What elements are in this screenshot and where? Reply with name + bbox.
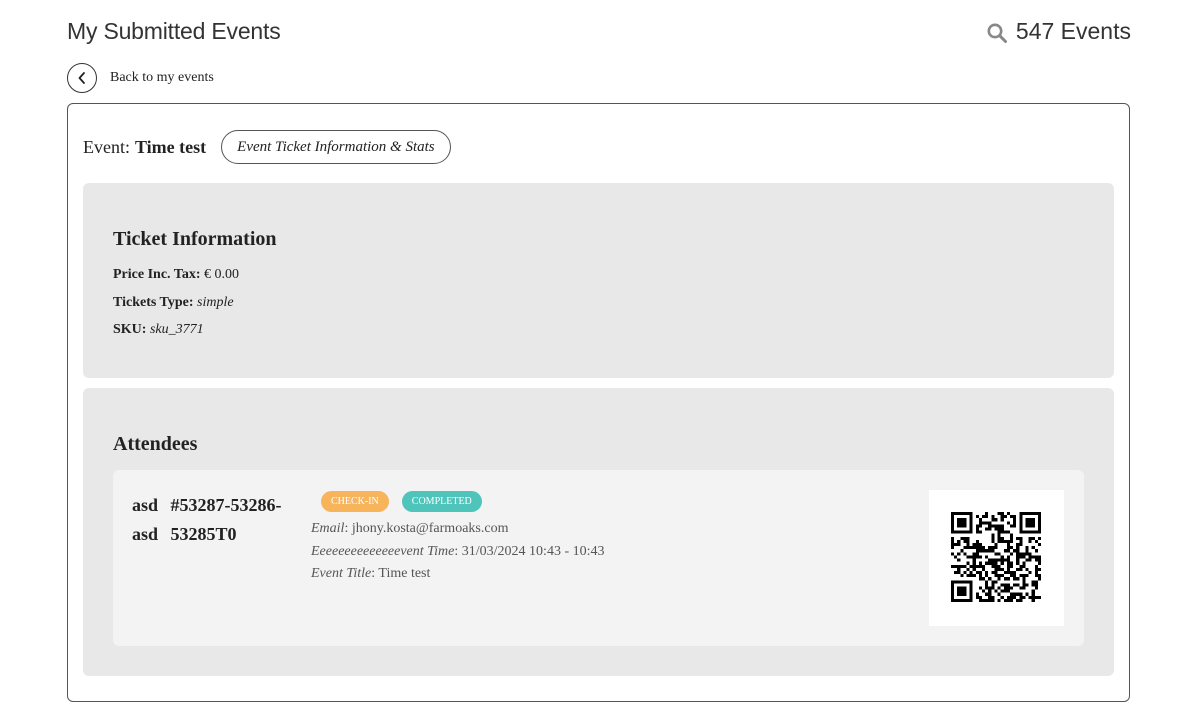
price-line: Price Inc. Tax: € 0.00 (113, 267, 239, 283)
events-count: 547 Events (1015, 18, 1131, 44)
attendee-email: Email: jhony.kosta@farmoaks.com (311, 521, 508, 537)
attendees-panel: Attendees asd #53287-53286- asd 53285T0 … (83, 388, 1114, 676)
ticket-stats-button[interactable]: Event Ticket Information & Stats (221, 130, 451, 164)
attendee-event-title: Event Title: Time test (311, 566, 430, 582)
attendee-event-time: Eeeeeeeeeeeeeevent Time: 31/03/2024 10:4… (311, 544, 605, 560)
ticket-type-line: Tickets Type: simple (113, 295, 234, 311)
email-value: : jhony.kosta@farmoaks.com (344, 521, 509, 536)
back-link-label[interactable]: Back to my events (110, 70, 214, 86)
event-prefix: Event: (83, 136, 130, 157)
events-count-area[interactable]: 547 Events (986, 18, 1131, 45)
attendee-name: asd #53287-53286- asd 53285T0 (132, 491, 292, 549)
search-icon[interactable] (986, 22, 1008, 44)
back-circle[interactable] (67, 63, 97, 93)
event-title-value: : Time test (371, 566, 431, 581)
attendee-name-line-2: asd 53285T0 (132, 524, 237, 544)
checkin-badge: CHECK-IN (321, 491, 389, 512)
page-title: My Submitted Events (67, 18, 281, 44)
ticket-type-value: simple (197, 295, 234, 310)
event-card: Event: Time test Event Ticket Informatio… (67, 103, 1130, 702)
ticket-type-label: Tickets Type: (113, 295, 194, 310)
sku-value: sku_3771 (149, 322, 204, 337)
ticket-information-heading: Ticket Information (113, 228, 277, 250)
sku-line: SKU: sku_3771 (113, 322, 204, 338)
back-to-events-link[interactable]: Back to my events (67, 63, 214, 93)
event-time-value: : 31/03/2024 10:43 - 10:43 (454, 544, 605, 559)
attendee-name-line-1: asd #53287-53286- (132, 495, 282, 515)
price-value: € 0.00 (204, 267, 239, 282)
completed-badge: COMPLETED (401, 491, 482, 512)
event-time-label: Eeeeeeeeeeeeeevent Time (311, 544, 455, 559)
attendees-heading: Attendees (113, 433, 198, 455)
page-header: My Submitted Events 547 Events (67, 18, 1131, 50)
chevron-left-icon (78, 72, 85, 84)
event-row: Event: Time test Event Ticket Informatio… (83, 130, 451, 164)
attendee-card: asd #53287-53286- asd 53285T0 CHECK-IN C… (113, 470, 1084, 646)
ticket-information-panel: Ticket Information Price Inc. Tax: € 0.0… (83, 183, 1114, 378)
email-label: Email (311, 521, 345, 536)
qr-code (929, 490, 1064, 626)
price-label: Price Inc. Tax: (113, 267, 201, 282)
status-badges: CHECK-IN COMPLETED (321, 491, 495, 512)
qr-code-icon (951, 512, 1041, 602)
event-name: Time test (135, 136, 207, 157)
sku-label: SKU: (113, 322, 147, 337)
event-title-label: Event Title (311, 566, 372, 581)
